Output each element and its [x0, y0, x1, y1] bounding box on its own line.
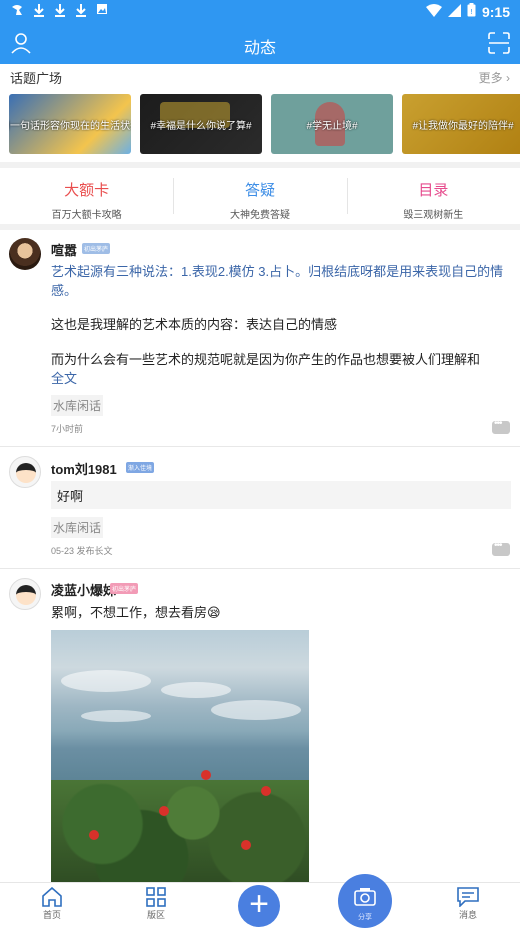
post-text[interactable]: 而为什么会有一些艺术的规范呢就是因为你产生的作品也想要被人们理解和	[51, 350, 511, 369]
download-icon	[33, 3, 45, 20]
svg-text:!: !	[470, 8, 473, 16]
post-type-label: 发布长文	[76, 546, 113, 556]
home-icon	[42, 887, 62, 907]
more-link[interactable]: 更多 ›	[479, 69, 510, 86]
topic-card[interactable]: #用一句话形容你现在的生活状态#	[9, 94, 131, 154]
app-bar: 动态	[0, 24, 520, 64]
avatar[interactable]	[9, 456, 41, 488]
download-icon	[54, 3, 66, 20]
section-title: 话题广场	[10, 71, 63, 86]
battery-icon: !	[467, 3, 476, 20]
download-icon	[75, 3, 87, 20]
post-username[interactable]: 喧嚣	[51, 240, 77, 259]
image-icon	[96, 3, 108, 20]
post-time: 05-23 发布长文	[51, 546, 113, 556]
topic-card[interactable]: #让我做你最好的陪伴#	[402, 94, 520, 154]
comment-icon[interactable]	[492, 418, 510, 434]
tab-messages[interactable]: 消息	[438, 887, 498, 921]
avatar[interactable]	[9, 578, 41, 610]
chevron-right-icon: ›	[506, 71, 510, 85]
post-text[interactable]: 这也是我理解的艺术本质的内容：表达自己的情感	[51, 315, 511, 334]
tab-sections[interactable]: 版区	[126, 887, 186, 921]
status-bar: ! 9:15	[0, 0, 520, 24]
add-post-button[interactable]: +	[238, 885, 280, 927]
post-text[interactable]: 累啊，不想工作，想去看房😪	[51, 603, 511, 622]
entry-qa[interactable]: 答疑 大神免费答疑	[173, 168, 346, 224]
level-badge: 初出茅庐	[82, 243, 111, 254]
plus-icon: +	[249, 885, 269, 923]
topic-list: #用一句话形容你现在的生活状态# #幸福是什么你说了算# #学无止境# #让我做…	[9, 94, 520, 154]
notification-icon	[10, 3, 24, 20]
topic-card[interactable]: #幸福是什么你说了算#	[140, 94, 262, 154]
tab-home[interactable]: 首页	[22, 887, 82, 921]
post-text-highlight[interactable]: 艺术起源有三种说法：1.表现2.模仿 3.占卜。归根结底呀都是用来表现自己的情感…	[51, 262, 511, 300]
full-text-link[interactable]: 全文	[51, 369, 91, 388]
page-title: 动态	[243, 40, 276, 57]
grid-icon	[146, 887, 166, 907]
post-username[interactable]: tom刘1981	[51, 459, 117, 478]
level-badge: 初出茅庐	[110, 583, 139, 594]
section-divider	[0, 224, 520, 230]
topic-square-header: 话题广场 更多 ›	[10, 68, 510, 88]
topic-card[interactable]: #学无止境#	[271, 94, 393, 154]
topic-tag[interactable]: 水库闲话	[51, 395, 104, 416]
camera-icon	[354, 888, 376, 906]
post-text[interactable]: 好啊	[51, 481, 511, 509]
comment-icon[interactable]	[492, 540, 510, 556]
entry-large-card[interactable]: 大额卡 百万大额卡攻略	[0, 168, 173, 224]
clock: 9:15	[481, 3, 510, 20]
wifi-icon	[425, 3, 442, 20]
post-divider	[0, 568, 520, 569]
post-image[interactable]	[51, 630, 309, 882]
share-button[interactable]: 分享	[338, 874, 392, 928]
avatar[interactable]	[9, 238, 41, 270]
level-badge: 渐入佳境	[126, 462, 155, 473]
post-divider	[0, 446, 520, 447]
quick-entries: 大额卡 百万大额卡攻略 答疑 大神免费答疑 目录 毁三观树新生	[0, 168, 520, 224]
topic-tag[interactable]: 水库闲话	[51, 517, 104, 538]
signal-icon	[447, 3, 461, 20]
entry-catalog[interactable]: 目录 毁三观树新生	[346, 168, 520, 224]
post-username[interactable]: 凌蓝小爆妹	[51, 580, 116, 599]
post-time: 7小时前	[51, 424, 84, 434]
message-icon	[457, 887, 479, 907]
scan-icon[interactable]	[488, 32, 510, 54]
